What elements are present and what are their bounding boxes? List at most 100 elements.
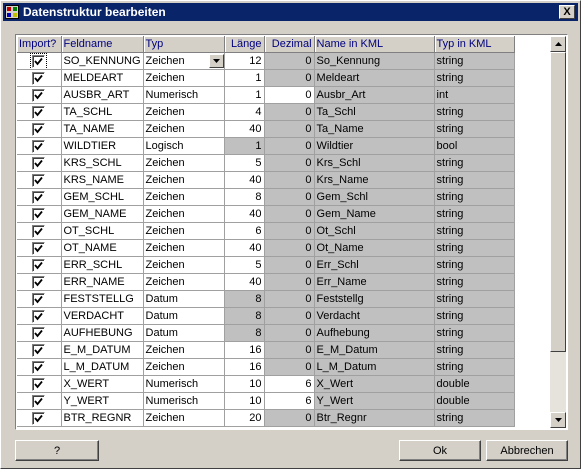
cell-feldname[interactable]: MELDEART — [61, 69, 144, 87]
import-checkbox[interactable] — [32, 173, 46, 187]
cell-dezimal[interactable]: 0 — [264, 273, 315, 291]
import-checkbox[interactable] — [32, 122, 46, 136]
cell-dezimal[interactable]: 0 — [264, 205, 315, 223]
cell-kml-typ[interactable]: string — [434, 120, 515, 138]
cell-laenge[interactable]: 1 — [224, 86, 265, 104]
import-checkbox[interactable] — [32, 275, 46, 289]
cell-laenge[interactable]: 16 — [224, 358, 265, 376]
cell-import[interactable] — [17, 341, 62, 359]
cell-kml-typ[interactable]: string — [434, 341, 515, 359]
field-grid[interactable]: Import? Feldname Typ Länge Dezimal Name … — [15, 34, 568, 430]
cell-kml-name[interactable]: Err_Schl — [314, 256, 435, 274]
import-checkbox[interactable] — [32, 343, 46, 357]
cell-typ[interactable]: Numerisch — [143, 392, 225, 410]
table-row[interactable]: L_M_DATUM Zeichen 16 0 L_M_Datum string — [17, 358, 515, 376]
scroll-down-button[interactable] — [550, 412, 566, 428]
cell-typ[interactable]: Zeichen — [143, 409, 225, 427]
cell-typ[interactable]: Zeichen — [143, 222, 225, 240]
import-checkbox[interactable] — [32, 71, 46, 85]
cell-feldname[interactable]: OT_SCHL — [61, 222, 144, 240]
table-row[interactable]: X_WERT Numerisch 10 6 X_Wert double — [17, 375, 515, 393]
cell-laenge[interactable]: 6 — [224, 222, 265, 240]
cell-laenge[interactable]: 40 — [224, 171, 265, 189]
cell-laenge[interactable]: 1 — [224, 137, 265, 155]
cell-kml-name[interactable]: Ta_Name — [314, 120, 435, 138]
cell-kml-name[interactable]: L_M_Datum — [314, 358, 435, 376]
cancel-button[interactable]: Abbrechen — [486, 440, 568, 461]
typ-combobox[interactable]: Zeichen — [146, 54, 224, 68]
cell-dezimal[interactable]: 0 — [264, 358, 315, 376]
cell-typ[interactable]: Zeichen — [143, 341, 225, 359]
cell-feldname[interactable]: ERR_SCHL — [61, 256, 144, 274]
cell-kml-typ[interactable]: string — [434, 171, 515, 189]
cell-dezimal[interactable]: 0 — [264, 256, 315, 274]
cell-feldname[interactable]: ERR_NAME — [61, 273, 144, 291]
import-checkbox[interactable] — [32, 326, 46, 340]
help-button[interactable]: ? — [15, 440, 99, 461]
table-row[interactable]: SO_KENNUNG Zeichen 12 0 So_Kennung string — [17, 52, 515, 70]
cell-feldname[interactable]: BTR_REGNR — [61, 409, 144, 427]
ok-button[interactable]: Ok — [399, 440, 481, 461]
cell-dezimal[interactable]: 6 — [264, 392, 315, 410]
cell-laenge[interactable]: 4 — [224, 103, 265, 121]
cell-typ[interactable]: Datum — [143, 307, 225, 325]
column-header-import[interactable]: Import? — [17, 36, 62, 53]
cell-import[interactable] — [17, 409, 62, 427]
cell-feldname[interactable]: GEM_NAME — [61, 205, 144, 223]
import-checkbox[interactable] — [32, 156, 46, 170]
cell-import[interactable] — [17, 69, 62, 87]
cell-dezimal[interactable]: 0 — [264, 239, 315, 257]
cell-laenge[interactable]: 5 — [224, 154, 265, 172]
import-checkbox[interactable] — [32, 360, 46, 374]
cell-dezimal[interactable]: 0 — [264, 154, 315, 172]
cell-feldname[interactable]: FESTSTELLG — [61, 290, 144, 308]
cell-feldname[interactable]: WILDTIER — [61, 137, 144, 155]
cell-dezimal[interactable]: 0 — [264, 290, 315, 308]
table-row[interactable]: TA_SCHL Zeichen 4 0 Ta_Schl string — [17, 103, 515, 121]
cell-feldname[interactable]: E_M_DATUM — [61, 341, 144, 359]
import-checkbox[interactable] — [32, 190, 46, 204]
cell-kml-typ[interactable]: string — [434, 324, 515, 342]
cell-import[interactable] — [17, 120, 62, 138]
import-checkbox[interactable] — [32, 377, 46, 391]
dropdown-arrow-icon[interactable] — [208, 54, 224, 68]
cell-feldname[interactable]: KRS_NAME — [61, 171, 144, 189]
cell-typ[interactable]: Numerisch — [143, 86, 225, 104]
cell-laenge[interactable]: 40 — [224, 273, 265, 291]
cell-laenge[interactable]: 1 — [224, 69, 265, 87]
cell-feldname[interactable]: KRS_SCHL — [61, 154, 144, 172]
column-header-typ[interactable]: Typ — [143, 36, 225, 53]
import-checkbox[interactable] — [32, 105, 46, 119]
cell-laenge[interactable]: 10 — [224, 392, 265, 410]
import-checkbox[interactable] — [32, 139, 46, 153]
cell-dezimal[interactable]: 0 — [264, 52, 315, 70]
cell-import[interactable] — [17, 171, 62, 189]
cell-kml-typ[interactable]: string — [434, 69, 515, 87]
import-checkbox[interactable] — [32, 207, 46, 221]
cell-feldname[interactable]: X_WERT — [61, 375, 144, 393]
cell-import[interactable] — [17, 256, 62, 274]
cell-feldname[interactable]: VERDACHT — [61, 307, 144, 325]
cell-laenge[interactable]: 8 — [224, 307, 265, 325]
cell-laenge[interactable]: 12 — [224, 52, 265, 70]
column-header-dezimal[interactable]: Dezimal — [264, 36, 315, 53]
import-checkbox[interactable] — [30, 52, 48, 69]
cell-kml-name[interactable]: Ta_Schl — [314, 103, 435, 121]
cell-typ[interactable]: Zeichen — [143, 188, 225, 206]
column-header-laenge[interactable]: Länge — [224, 36, 265, 53]
cell-import[interactable] — [17, 273, 62, 291]
cell-typ[interactable]: Datum — [143, 324, 225, 342]
cell-kml-name[interactable]: Wildtier — [314, 137, 435, 155]
cell-import[interactable] — [17, 392, 62, 410]
cell-typ[interactable]: Zeichen — [143, 171, 225, 189]
cell-feldname[interactable]: SO_KENNUNG — [61, 52, 144, 70]
cell-typ[interactable]: Zeichen — [143, 154, 225, 172]
vertical-scrollbar[interactable] — [550, 36, 566, 428]
cell-typ[interactable]: Zeichen — [143, 52, 225, 70]
scroll-thumb[interactable] — [550, 52, 566, 352]
cell-import[interactable] — [17, 307, 62, 325]
cell-kml-typ[interactable]: string — [434, 409, 515, 427]
cell-kml-name[interactable]: Krs_Name — [314, 171, 435, 189]
cell-feldname[interactable]: GEM_SCHL — [61, 188, 144, 206]
cell-kml-typ[interactable]: string — [434, 358, 515, 376]
